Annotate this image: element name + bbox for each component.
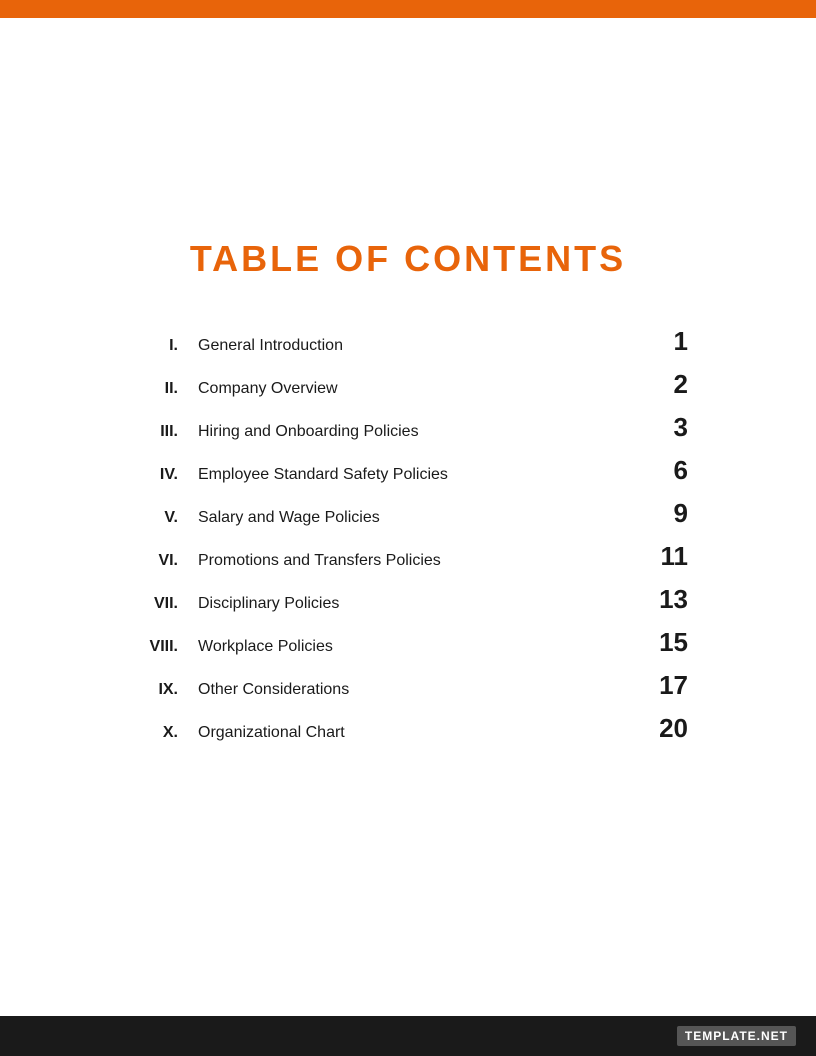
- toc-label: Other Considerations: [188, 681, 638, 699]
- toc-numeral: III.: [128, 423, 188, 441]
- toc-numeral: IX.: [128, 681, 188, 699]
- toc-page: 9: [638, 498, 688, 529]
- toc-row: IX.Other Considerations17: [128, 664, 688, 707]
- toc-label: Salary and Wage Policies: [188, 509, 638, 527]
- toc-page: 13: [638, 584, 688, 615]
- toc-page: 2: [638, 369, 688, 400]
- watermark-label: TEMPLATE.NET: [677, 1026, 796, 1046]
- toc-page: 17: [638, 670, 688, 701]
- toc-label: Promotions and Transfers Policies: [188, 552, 638, 570]
- toc-row: V.Salary and Wage Policies9: [128, 492, 688, 535]
- toc-numeral: IV.: [128, 466, 188, 484]
- toc-page: 1: [638, 326, 688, 357]
- toc-row: II.Company Overview2: [128, 363, 688, 406]
- toc-page: 20: [638, 713, 688, 744]
- toc-row: IV.Employee Standard Safety Policies6: [128, 449, 688, 492]
- toc-page: 15: [638, 627, 688, 658]
- toc-page: 6: [638, 455, 688, 486]
- toc-label: Workplace Policies: [188, 638, 638, 656]
- toc-row: VIII.Workplace Policies15: [128, 621, 688, 664]
- toc-label: Hiring and Onboarding Policies: [188, 423, 638, 441]
- toc-numeral: X.: [128, 724, 188, 742]
- toc-row: VI.Promotions and Transfers Policies11: [128, 535, 688, 578]
- toc-numeral: VIII.: [128, 638, 188, 656]
- top-bar: [0, 0, 816, 18]
- toc-numeral: VI.: [128, 552, 188, 570]
- toc-table: I.General Introduction1II.Company Overvi…: [128, 320, 688, 750]
- toc-row: I.General Introduction1: [128, 320, 688, 363]
- toc-label: Organizational Chart: [188, 724, 638, 742]
- toc-row: III.Hiring and Onboarding Policies3: [128, 406, 688, 449]
- toc-numeral: V.: [128, 509, 188, 527]
- toc-label: Disciplinary Policies: [188, 595, 638, 613]
- toc-label: Employee Standard Safety Policies: [188, 466, 638, 484]
- bottom-bar: TEMPLATE.NET: [0, 1016, 816, 1056]
- toc-label: Company Overview: [188, 380, 638, 398]
- toc-title: TABLE OF CONTENTS: [190, 238, 626, 280]
- toc-row: X.Organizational Chart20: [128, 707, 688, 750]
- toc-page: 11: [638, 541, 688, 572]
- toc-label: General Introduction: [188, 337, 638, 355]
- toc-row: VII.Disciplinary Policies13: [128, 578, 688, 621]
- toc-numeral: I.: [128, 337, 188, 355]
- page-content: TABLE OF CONTENTS I.General Introduction…: [0, 18, 816, 1016]
- toc-numeral: II.: [128, 380, 188, 398]
- toc-page: 3: [638, 412, 688, 443]
- toc-numeral: VII.: [128, 595, 188, 613]
